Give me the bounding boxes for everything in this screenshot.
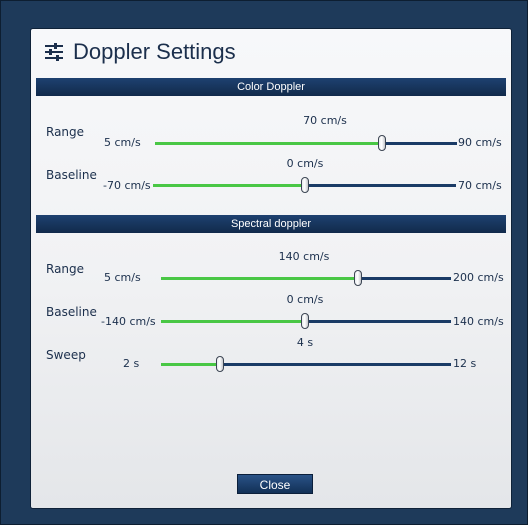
spectral-baseline-current-value: 0 cm/s: [286, 293, 324, 306]
spectral-range-label: Range: [46, 262, 85, 276]
sweep-track-filled: [161, 363, 220, 366]
color-range-track-empty: [381, 142, 457, 145]
sliders-icon: [45, 43, 63, 61]
color-baseline-track-filled: [153, 184, 305, 187]
color-range-current-value: 70 cm/s: [303, 114, 347, 127]
sweep-current-value: 4 s: [296, 336, 314, 349]
spectral-doppler-header: Spectral doppler: [36, 215, 506, 233]
color-range-label: Range: [46, 125, 85, 139]
dialog-title-row: Doppler Settings: [41, 35, 236, 69]
spectral-baseline-label: Baseline: [46, 305, 97, 319]
sweep-label: Sweep: [46, 348, 86, 362]
color-baseline-min-label: -70 cm/s: [103, 179, 151, 192]
spectral-baseline-min-label: -140 cm/s: [101, 315, 156, 328]
sweep-track-empty: [220, 363, 451, 366]
color-range-track-filled: [155, 142, 381, 145]
color-baseline-max-label: 70 cm/s: [458, 179, 502, 192]
spectral-range-current-value: 140 cm/s: [278, 250, 330, 263]
spectral-range-min-label: 5 cm/s: [104, 271, 141, 284]
dialog-title: Doppler Settings: [73, 39, 236, 64]
color-doppler-header: Color Doppler: [36, 78, 506, 96]
spectral-baseline-track-empty: [305, 320, 451, 323]
color-baseline-label: Baseline: [46, 168, 97, 182]
doppler-settings-dialog: Doppler Settings Color Doppler Range 70 …: [31, 29, 511, 508]
color-baseline-current-value: 0 cm/s: [286, 157, 324, 170]
color-baseline-track-empty: [305, 184, 456, 187]
close-button[interactable]: Close: [237, 474, 313, 494]
spectral-range-max-label: 200 cm/s: [453, 271, 504, 284]
color-range-min-label: 5 cm/s: [104, 136, 141, 149]
color-range-slider-thumb[interactable]: [378, 135, 386, 151]
sweep-min-label: 2 s: [123, 357, 140, 370]
sweep-max-label: 12 s: [453, 357, 477, 370]
spectral-range-track-empty: [357, 277, 451, 280]
spectral-range-track-filled: [161, 277, 357, 280]
spectral-baseline-track-filled: [161, 320, 305, 323]
color-baseline-slider-thumb[interactable]: [301, 177, 309, 193]
spectral-range-slider-thumb[interactable]: [354, 270, 362, 286]
spectral-baseline-slider-thumb[interactable]: [301, 313, 309, 329]
sweep-slider-thumb[interactable]: [216, 356, 224, 372]
spectral-baseline-max-label: 140 cm/s: [453, 315, 504, 328]
color-range-max-label: 90 cm/s: [458, 136, 502, 149]
